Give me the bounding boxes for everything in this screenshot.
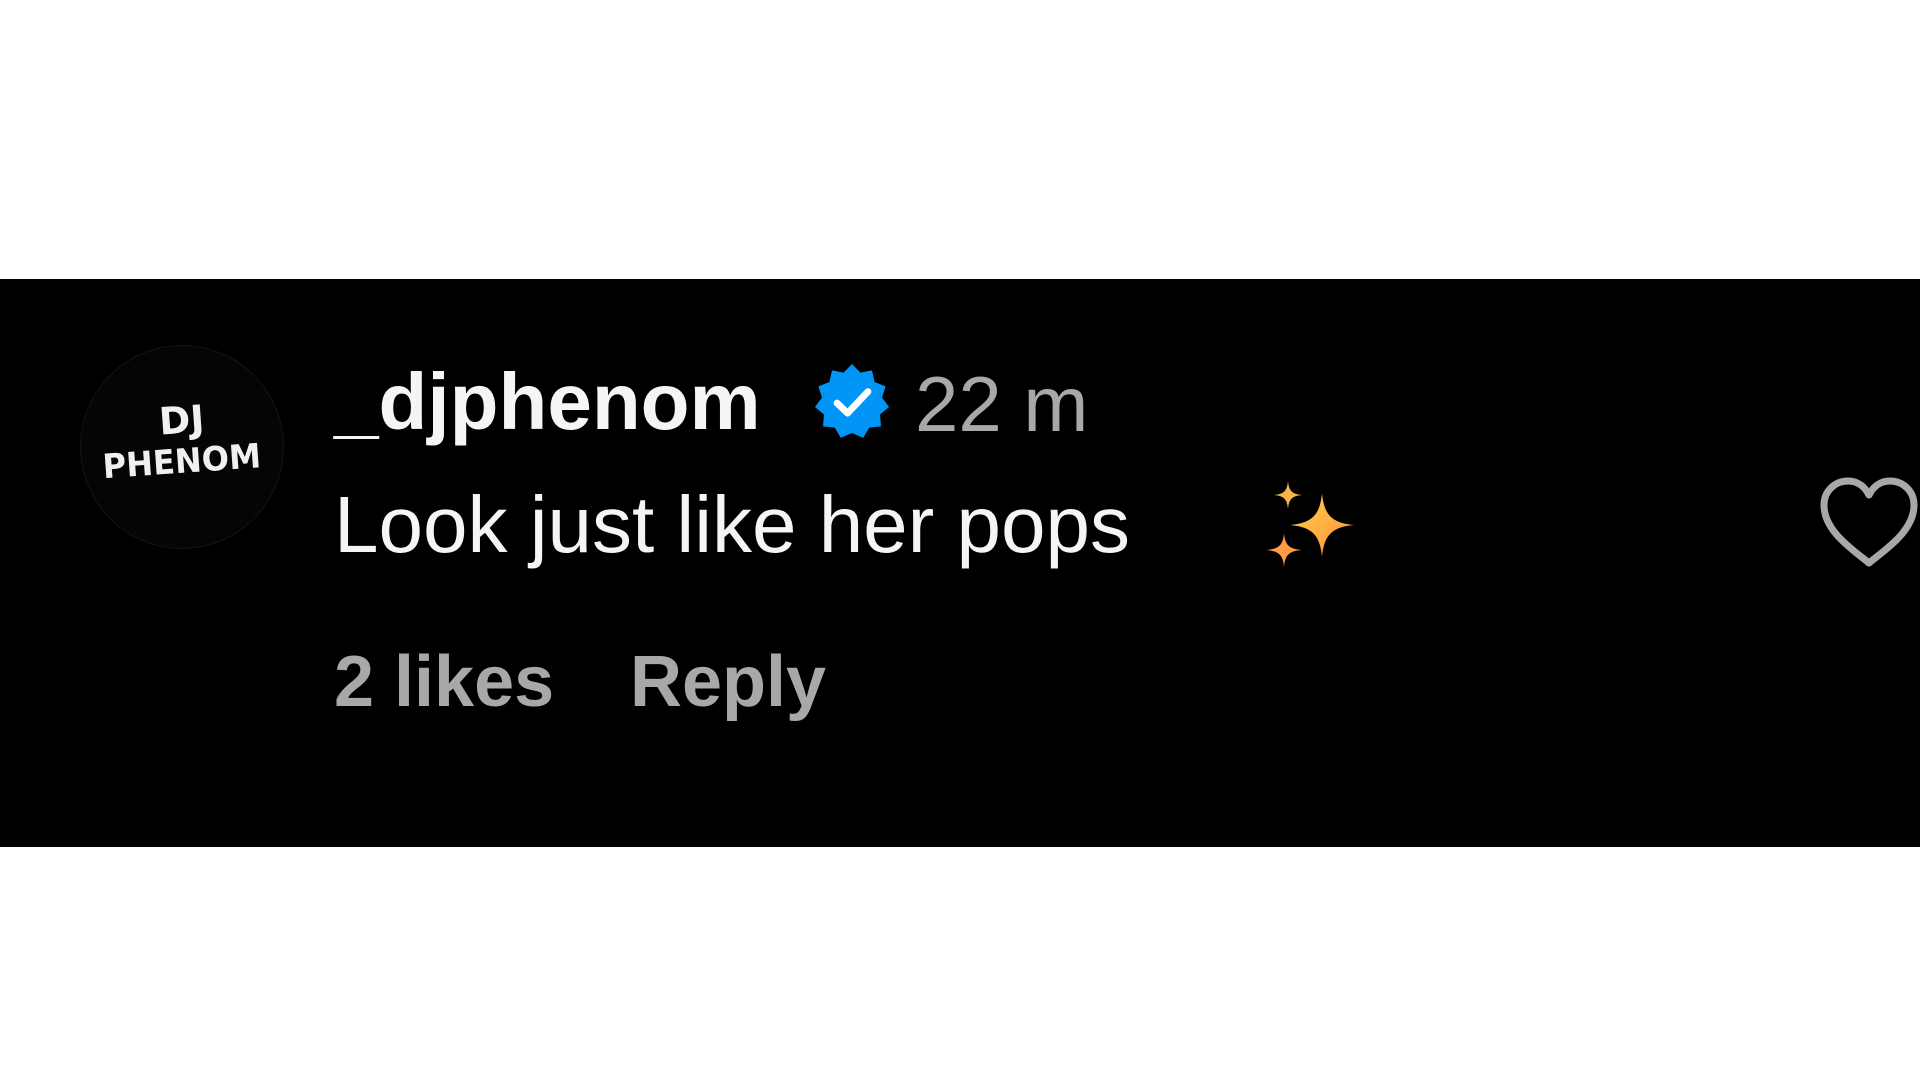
verified-badge-icon	[815, 364, 889, 438]
comment-item: DJ PHENOM _djphenom 22 m Look just like …	[0, 279, 1920, 847]
heart-outline-icon[interactable]	[1818, 475, 1920, 571]
comment-text: Look just like her pops	[334, 480, 1131, 569]
sparkles-icon	[1266, 481, 1354, 567]
comment-timestamp[interactable]: 22 m	[915, 359, 1088, 449]
avatar[interactable]: DJ PHENOM	[80, 345, 284, 549]
page: DJ PHENOM _djphenom 22 m Look just like …	[0, 0, 1920, 1080]
logo-line-1: DJ	[158, 397, 206, 444]
username-link[interactable]: _djphenom	[334, 357, 761, 447]
likes-count[interactable]: 2 likes	[334, 637, 554, 727]
reply-button[interactable]: Reply	[630, 637, 826, 727]
dj-phenom-logo: DJ PHENOM	[101, 397, 262, 487]
logo-line-2: PHENOM	[101, 436, 262, 486]
